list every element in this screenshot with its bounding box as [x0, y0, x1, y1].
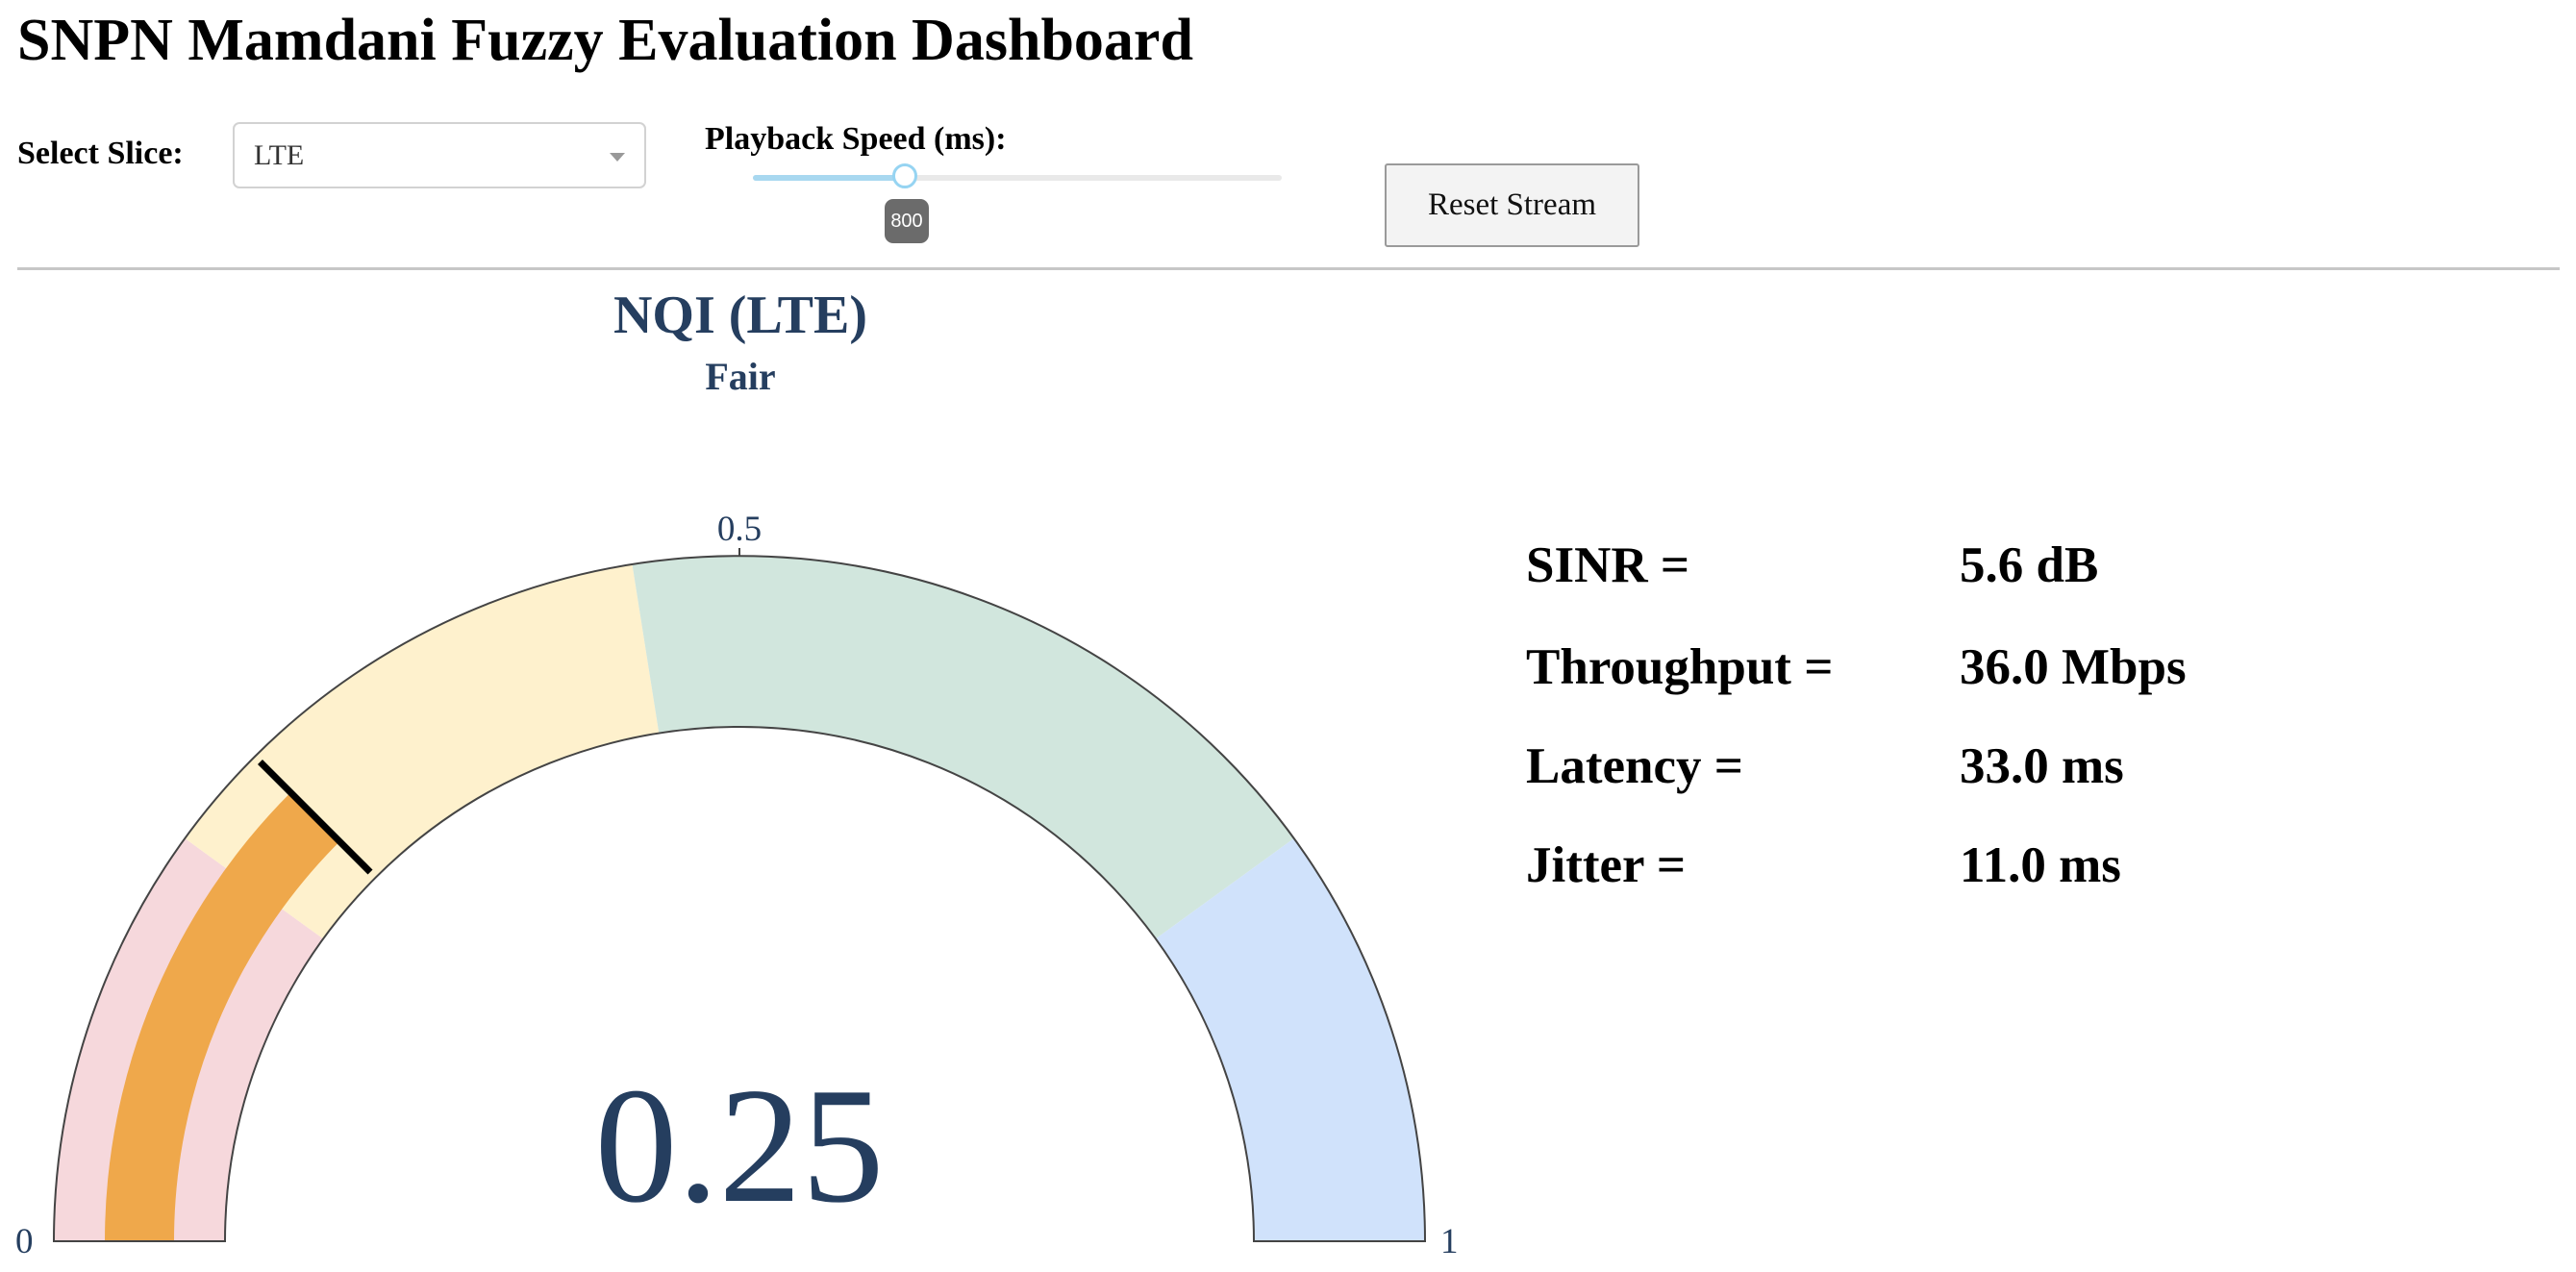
gauge-value-number: 0.25: [595, 1055, 885, 1237]
playback-speed-slider-handle[interactable]: [892, 163, 917, 188]
page-title: SNPN Mamdani Fuzzy Evaluation Dashboard: [17, 8, 1193, 73]
latency-label: Latency =: [1526, 738, 1743, 794]
latency-value: 33.0 ms: [1960, 738, 2124, 794]
sinr-value: 5.6 dB: [1960, 537, 2099, 593]
gauge-subtitle: Fair: [705, 355, 776, 398]
slice-dropdown-value: LTE: [254, 139, 305, 171]
playback-speed-slider-track: [753, 175, 907, 181]
chevron-down-icon[interactable]: [610, 153, 625, 162]
throughput-label: Throughput =: [1526, 639, 1834, 695]
gauge-title: NQI (LTE): [613, 286, 867, 345]
sinr-label: SINR =: [1526, 537, 1690, 593]
slice-select-label: Select Slice:: [17, 136, 184, 171]
gauge-tick-label-0.5: 0.5: [717, 510, 762, 549]
gauge-tick-label-1: 1: [1440, 1222, 1459, 1261]
nqi-gauge: 0 0.5 1 0.25: [15, 510, 1459, 1261]
gauge-band-3: [632, 556, 1294, 939]
throughput-value: 36.0 Mbps: [1960, 639, 2187, 695]
header-divider: [17, 267, 2560, 270]
playback-speed-value-tooltip: 800: [885, 199, 929, 243]
gauge-tick-label-0: 0: [15, 1222, 34, 1261]
playback-speed-label: Playback Speed (ms):: [705, 121, 1007, 157]
slice-dropdown[interactable]: LTE: [233, 122, 646, 188]
jitter-label: Jitter =: [1526, 837, 1687, 893]
jitter-value: 11.0 ms: [1960, 837, 2121, 893]
reset-stream-button[interactable]: Reset Stream: [1385, 163, 1639, 247]
